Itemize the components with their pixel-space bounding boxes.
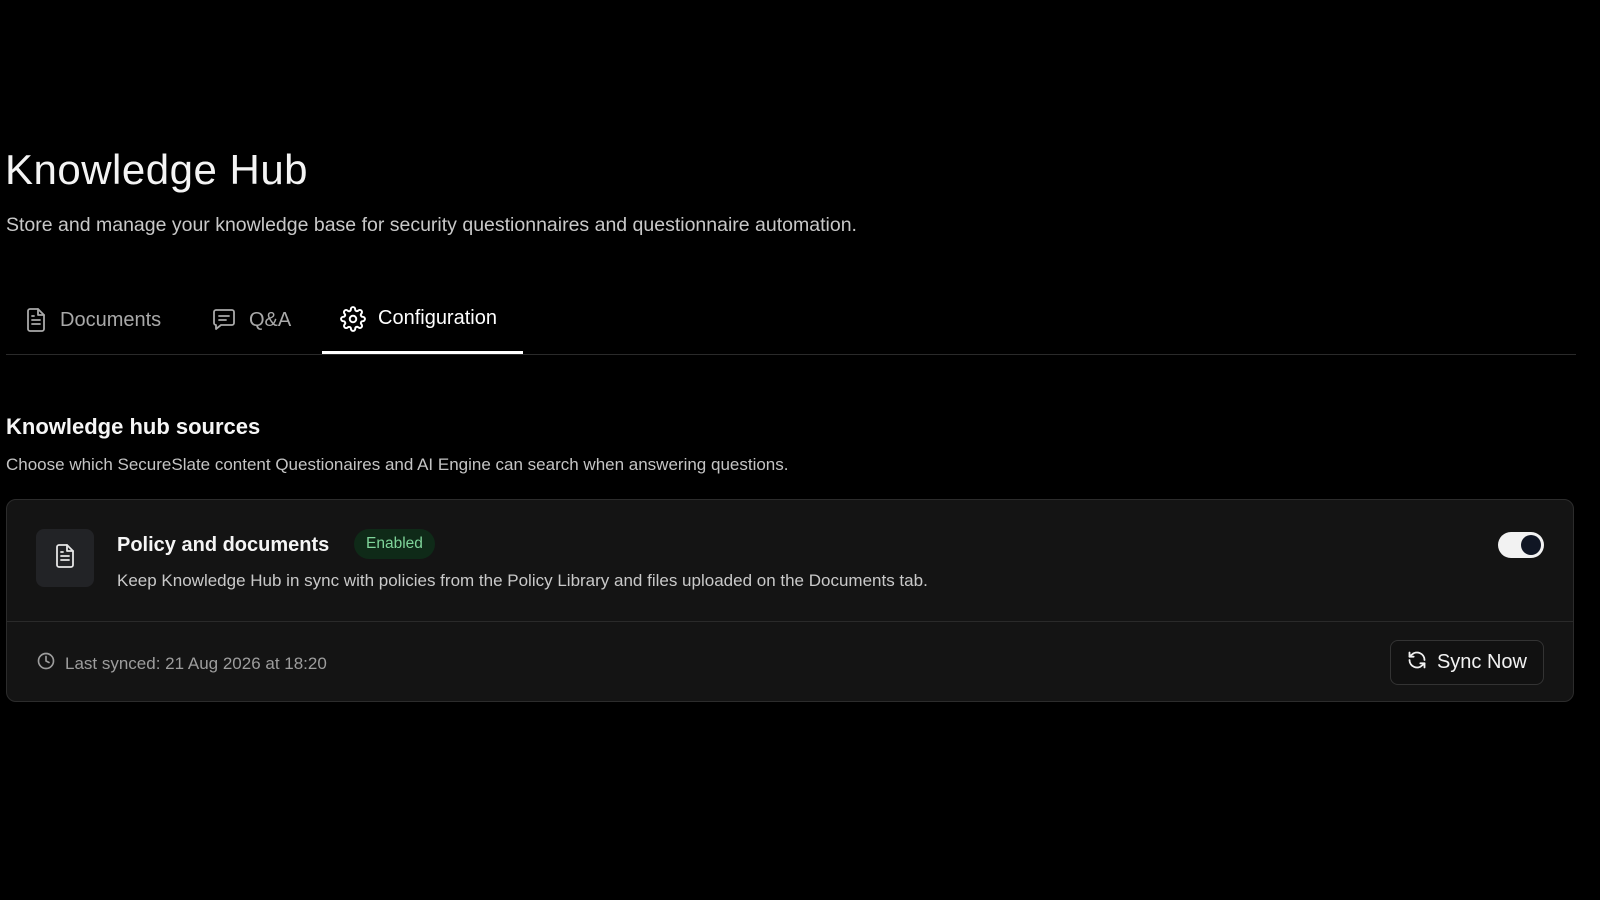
gear-icon (340, 305, 366, 332)
source-card-header: Policy and documents Enabled Keep Knowle… (7, 500, 1573, 622)
sync-now-label: Sync Now (1436, 651, 1527, 673)
tab-qa[interactable]: Q&A (211, 286, 291, 354)
last-synced-text: Last synced: 21 Aug 2026 at 18:20 (65, 653, 327, 673)
clock-icon (37, 652, 55, 675)
knowledge-hub-page: Knowledge Hub Store and manage your know… (0, 0, 1600, 900)
tab-configuration[interactable]: Configuration (322, 286, 523, 354)
tab-bar: Documents Q&A Configuration (6, 286, 1576, 355)
page-subtitle: Store and manage your knowledge base for… (6, 214, 857, 236)
last-synced: Last synced: 21 Aug 2026 at 18:20 (37, 652, 327, 675)
toggle-knob (1521, 535, 1541, 555)
document-icon (53, 542, 77, 575)
document-icon (24, 307, 48, 333)
sync-now-button[interactable]: Sync Now (1389, 640, 1544, 685)
source-card-footer: Last synced: 21 Aug 2026 at 18:20 Sync N… (7, 622, 1573, 701)
source-icon-box (36, 529, 94, 587)
source-description: Keep Knowledge Hub in sync with policies… (117, 571, 928, 590)
tab-label: Q&A (249, 308, 292, 331)
page-title: Knowledge Hub (5, 146, 309, 193)
source-name: Policy and documents (117, 534, 330, 556)
tab-documents[interactable]: Documents (24, 286, 161, 354)
message-square-icon (211, 308, 237, 332)
tab-label: Configuration (378, 307, 497, 329)
source-card-policy-documents: Policy and documents Enabled Keep Knowle… (6, 499, 1574, 702)
tab-label: Documents (60, 308, 162, 331)
section-title: Knowledge hub sources (6, 414, 261, 439)
source-enable-toggle[interactable] (1498, 532, 1544, 558)
refresh-icon (1407, 650, 1427, 676)
section-description: Choose which SecureSlate content Questio… (6, 455, 789, 474)
status-badge: Enabled (354, 529, 435, 559)
